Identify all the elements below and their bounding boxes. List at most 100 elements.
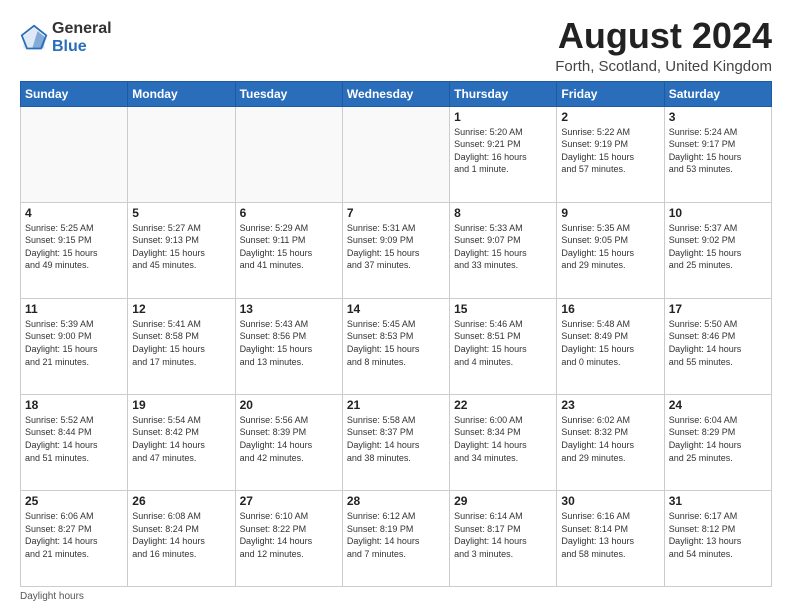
- footer: Daylight hours: [20, 591, 772, 602]
- day-info: Sunrise: 6:14 AM Sunset: 8:17 PM Dayligh…: [454, 510, 552, 560]
- calendar-day-cell: 10 Sunrise: 5:37 AM Sunset: 9:02 PM Dayli…: [664, 202, 771, 298]
- logo-blue: Blue: [52, 38, 112, 56]
- calendar-day-cell: 31Sunrise: 6:17 AM Sunset: 8:12 PM Dayli…: [664, 490, 771, 586]
- header: General Blue August 2024 Forth, Scotland…: [20, 16, 772, 75]
- calendar-day-cell: [342, 106, 449, 202]
- day-number: 28: [347, 494, 445, 508]
- calendar-week-row: 18 Sunrise: 5:52 AM Sunset: 8:44 PM Dayli…: [21, 394, 772, 490]
- day-info: Sunrise: 6:10 AM Sunset: 8:22 PM Dayligh…: [240, 510, 338, 560]
- day-info: Sunrise: 5:24 AM Sunset: 9:17 PM Dayligh…: [669, 126, 767, 176]
- day-info: Sunrise: 5:29 AM Sunset: 9:11 PM Dayligh…: [240, 222, 338, 272]
- calendar-day-cell: 7Sunrise: 5:31 AM Sunset: 9:09 PM Daylig…: [342, 202, 449, 298]
- day-number: 27: [240, 494, 338, 508]
- day-info: Sunrise: 6:00 AM Sunset: 8:34 PM Dayligh…: [454, 414, 552, 464]
- weekday-header: Saturday: [664, 81, 771, 106]
- day-info: Sunrise: 6:02 AM Sunset: 8:32 PM Dayligh…: [561, 414, 659, 464]
- day-info: Sunrise: 6:08 AM Sunset: 8:24 PM Dayligh…: [132, 510, 230, 560]
- day-number: 1: [454, 110, 552, 124]
- calendar-week-row: 11Sunrise: 5:39 AM Sunset: 9:00 PM Dayli…: [21, 298, 772, 394]
- calendar-day-cell: 23 Sunrise: 6:02 AM Sunset: 8:32 PM Dayli…: [557, 394, 664, 490]
- day-number: 17: [669, 302, 767, 316]
- day-info: Sunrise: 5:37 AM Sunset: 9:02 PM Dayligh…: [669, 222, 767, 272]
- day-number: 26: [132, 494, 230, 508]
- day-number: 11: [25, 302, 123, 316]
- logo-text: General Blue: [52, 20, 112, 55]
- page: General Blue August 2024 Forth, Scotland…: [0, 0, 792, 612]
- calendar-day-cell: 20 Sunrise: 5:56 AM Sunset: 8:39 PM Dayli…: [235, 394, 342, 490]
- calendar-day-cell: 6 Sunrise: 5:29 AM Sunset: 9:11 PM Daylig…: [235, 202, 342, 298]
- calendar-day-cell: 1 Sunrise: 5:20 AM Sunset: 9:21 PM Daylig…: [450, 106, 557, 202]
- weekday-header: Friday: [557, 81, 664, 106]
- day-info: Sunrise: 6:04 AM Sunset: 8:29 PM Dayligh…: [669, 414, 767, 464]
- day-number: 18: [25, 398, 123, 412]
- day-info: Sunrise: 5:45 AM Sunset: 8:53 PM Dayligh…: [347, 318, 445, 368]
- calendar-day-cell: 3 Sunrise: 5:24 AM Sunset: 9:17 PM Daylig…: [664, 106, 771, 202]
- calendar-day-cell: 2Sunrise: 5:22 AM Sunset: 9:19 PM Daylig…: [557, 106, 664, 202]
- day-number: 19: [132, 398, 230, 412]
- day-info: Sunrise: 6:17 AM Sunset: 8:12 PM Dayligh…: [669, 510, 767, 560]
- calendar-week-row: 4Sunrise: 5:25 AM Sunset: 9:15 PM Daylig…: [21, 202, 772, 298]
- calendar-day-cell: 22 Sunrise: 6:00 AM Sunset: 8:34 PM Dayli…: [450, 394, 557, 490]
- day-number: 23: [561, 398, 659, 412]
- calendar-header-row: SundayMondayTuesdayWednesdayThursdayFrid…: [21, 81, 772, 106]
- day-info: Sunrise: 5:41 AM Sunset: 8:58 PM Dayligh…: [132, 318, 230, 368]
- day-number: 6: [240, 206, 338, 220]
- title-block: August 2024 Forth, Scotland, United King…: [555, 16, 772, 75]
- day-number: 21: [347, 398, 445, 412]
- calendar-day-cell: 11Sunrise: 5:39 AM Sunset: 9:00 PM Dayli…: [21, 298, 128, 394]
- calendar-day-cell: 14Sunrise: 5:45 AM Sunset: 8:53 PM Dayli…: [342, 298, 449, 394]
- day-number: 24: [669, 398, 767, 412]
- day-number: 22: [454, 398, 552, 412]
- logo-general: General: [52, 20, 112, 38]
- logo-icon: [20, 24, 48, 52]
- calendar-day-cell: 27 Sunrise: 6:10 AM Sunset: 8:22 PM Dayli…: [235, 490, 342, 586]
- day-info: Sunrise: 6:06 AM Sunset: 8:27 PM Dayligh…: [25, 510, 123, 560]
- day-number: 9: [561, 206, 659, 220]
- calendar-week-row: 1 Sunrise: 5:20 AM Sunset: 9:21 PM Daylig…: [21, 106, 772, 202]
- calendar-day-cell: 19Sunrise: 5:54 AM Sunset: 8:42 PM Dayli…: [128, 394, 235, 490]
- day-number: 15: [454, 302, 552, 316]
- calendar-day-cell: 16 Sunrise: 5:48 AM Sunset: 8:49 PM Dayli…: [557, 298, 664, 394]
- day-info: Sunrise: 5:35 AM Sunset: 9:05 PM Dayligh…: [561, 222, 659, 272]
- day-number: 2: [561, 110, 659, 124]
- weekday-header: Wednesday: [342, 81, 449, 106]
- day-number: 5: [132, 206, 230, 220]
- calendar-day-cell: 17 Sunrise: 5:50 AM Sunset: 8:46 PM Dayli…: [664, 298, 771, 394]
- day-info: Sunrise: 5:20 AM Sunset: 9:21 PM Dayligh…: [454, 126, 552, 176]
- day-number: 4: [25, 206, 123, 220]
- day-info: Sunrise: 5:52 AM Sunset: 8:44 PM Dayligh…: [25, 414, 123, 464]
- calendar-day-cell: [128, 106, 235, 202]
- calendar-day-cell: 26 Sunrise: 6:08 AM Sunset: 8:24 PM Dayli…: [128, 490, 235, 586]
- calendar-day-cell: 29 Sunrise: 6:14 AM Sunset: 8:17 PM Dayli…: [450, 490, 557, 586]
- calendar-day-cell: 25Sunrise: 6:06 AM Sunset: 8:27 PM Dayli…: [21, 490, 128, 586]
- day-number: 20: [240, 398, 338, 412]
- calendar-day-cell: 12 Sunrise: 5:41 AM Sunset: 8:58 PM Dayli…: [128, 298, 235, 394]
- month-year: August 2024: [555, 16, 772, 56]
- day-info: Sunrise: 6:12 AM Sunset: 8:19 PM Dayligh…: [347, 510, 445, 560]
- day-info: Sunrise: 5:43 AM Sunset: 8:56 PM Dayligh…: [240, 318, 338, 368]
- day-number: 12: [132, 302, 230, 316]
- weekday-header: Tuesday: [235, 81, 342, 106]
- day-number: 8: [454, 206, 552, 220]
- calendar-week-row: 25Sunrise: 6:06 AM Sunset: 8:27 PM Dayli…: [21, 490, 772, 586]
- calendar-day-cell: 5 Sunrise: 5:27 AM Sunset: 9:13 PM Daylig…: [128, 202, 235, 298]
- calendar-day-cell: 18 Sunrise: 5:52 AM Sunset: 8:44 PM Dayli…: [21, 394, 128, 490]
- calendar-day-cell: 8 Sunrise: 5:33 AM Sunset: 9:07 PM Daylig…: [450, 202, 557, 298]
- day-info: Sunrise: 5:33 AM Sunset: 9:07 PM Dayligh…: [454, 222, 552, 272]
- calendar-day-cell: 15Sunrise: 5:46 AM Sunset: 8:51 PM Dayli…: [450, 298, 557, 394]
- calendar-day-cell: 9 Sunrise: 5:35 AM Sunset: 9:05 PM Daylig…: [557, 202, 664, 298]
- day-number: 7: [347, 206, 445, 220]
- day-info: Sunrise: 5:48 AM Sunset: 8:49 PM Dayligh…: [561, 318, 659, 368]
- calendar-day-cell: 21Sunrise: 5:58 AM Sunset: 8:37 PM Dayli…: [342, 394, 449, 490]
- day-number: 10: [669, 206, 767, 220]
- calendar-day-cell: 30Sunrise: 6:16 AM Sunset: 8:14 PM Dayli…: [557, 490, 664, 586]
- calendar-day-cell: 4Sunrise: 5:25 AM Sunset: 9:15 PM Daylig…: [21, 202, 128, 298]
- day-info: Sunrise: 5:27 AM Sunset: 9:13 PM Dayligh…: [132, 222, 230, 272]
- day-info: Sunrise: 5:56 AM Sunset: 8:39 PM Dayligh…: [240, 414, 338, 464]
- day-number: 16: [561, 302, 659, 316]
- day-info: Sunrise: 5:50 AM Sunset: 8:46 PM Dayligh…: [669, 318, 767, 368]
- calendar-day-cell: 24 Sunrise: 6:04 AM Sunset: 8:29 PM Dayli…: [664, 394, 771, 490]
- day-number: 3: [669, 110, 767, 124]
- day-number: 29: [454, 494, 552, 508]
- weekday-header: Monday: [128, 81, 235, 106]
